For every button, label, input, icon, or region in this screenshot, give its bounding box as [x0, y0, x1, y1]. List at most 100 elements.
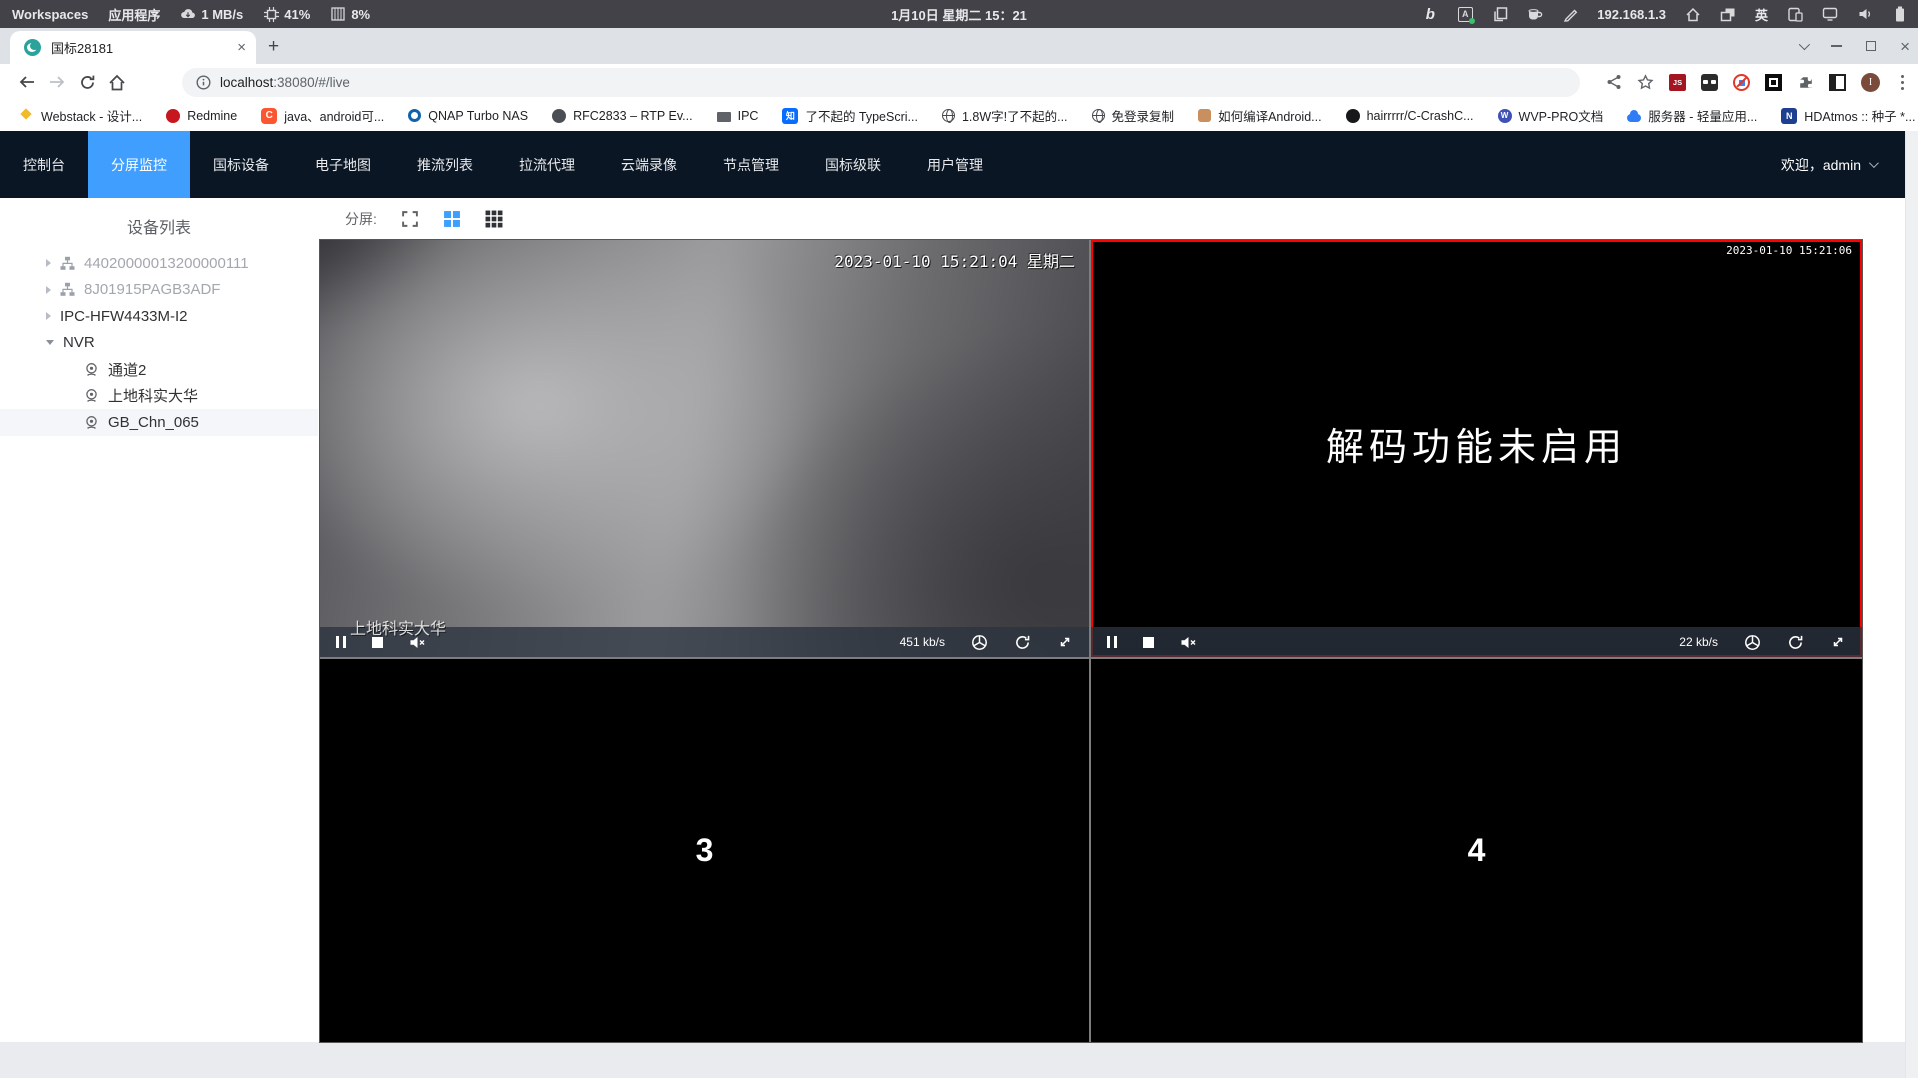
- window-minimize-button[interactable]: [1831, 45, 1843, 47]
- bookmark-android-compile[interactable]: 如何编译Android...: [1198, 106, 1322, 125]
- profile-avatar[interactable]: I: [1861, 72, 1880, 92]
- tree-channel-row[interactable]: 通道2: [0, 356, 318, 383]
- nav-item-pull-proxy[interactable]: 拉流代理: [496, 131, 598, 198]
- adblock-extension-icon[interactable]: [1733, 73, 1750, 91]
- bookmark-qnap[interactable]: QNAP Turbo NAS: [408, 109, 528, 123]
- bookmark-github[interactable]: hairrrrr/C-CrashC...: [1345, 108, 1474, 123]
- four-split-icon[interactable]: [443, 210, 461, 228]
- extensions-puzzle-icon[interactable]: [1797, 74, 1814, 91]
- bookmark-tencent-cloud[interactable]: 服务器 - 轻量应用...: [1627, 106, 1757, 125]
- window-switcher-icon[interactable]: [1720, 6, 1736, 22]
- browser-tab[interactable]: 国标28181 ×: [10, 31, 256, 64]
- site-info-icon[interactable]: [196, 75, 211, 90]
- nav-item-cloud-record[interactable]: 云端录像: [598, 131, 700, 198]
- share-icon[interactable]: [1605, 74, 1622, 91]
- bookmark-zhihu[interactable]: 知了不起的 TypeScri...: [782, 106, 918, 125]
- bookmark-csdn[interactable]: Cjava、android可...: [261, 106, 384, 125]
- display-tray-icon[interactable]: [1822, 6, 1838, 22]
- reader-extension-icon[interactable]: [1829, 73, 1846, 91]
- user-menu[interactable]: 欢迎，admin: [1781, 131, 1918, 198]
- applications-menu[interactable]: 应用程序: [108, 5, 160, 24]
- bookmark-article[interactable]: 1.8W字!了不起的...: [941, 106, 1068, 125]
- translate-tray-icon[interactable]: A: [1457, 6, 1475, 24]
- address-bar[interactable]: localhost:38080/#/live: [182, 68, 1580, 97]
- bookmark-rfc2833[interactable]: RFC2833 – RTP Ev...: [552, 108, 693, 123]
- stop-icon[interactable]: [1142, 636, 1154, 648]
- back-button[interactable]: [12, 74, 42, 90]
- desktop-clock[interactable]: 1月10日 星期二 15：21: [891, 5, 1027, 24]
- bing-tray-icon[interactable]: b: [1422, 6, 1438, 23]
- clipboard-tray-icon[interactable]: [1492, 6, 1508, 22]
- caret-right-icon[interactable]: [46, 285, 51, 294]
- bookmark-wvp-docs[interactable]: W WVP-PRO文档: [1497, 106, 1603, 125]
- tab-search-chevron-icon[interactable]: [1798, 38, 1811, 51]
- tree-device-row-expanded[interactable]: NVR: [0, 330, 318, 357]
- caret-right-icon[interactable]: [46, 312, 51, 321]
- video-panel-4[interactable]: 4: [1091, 659, 1862, 1042]
- battery-tray-icon[interactable]: [1892, 6, 1908, 22]
- dark-square-extension-icon[interactable]: [1765, 73, 1782, 91]
- input-language-indicator[interactable]: 英: [1755, 5, 1768, 24]
- nav-item-e-map[interactable]: 电子地图: [292, 131, 394, 198]
- pause-icon[interactable]: [336, 636, 346, 648]
- bookmark-copy-tool[interactable]: 免登录复制: [1091, 106, 1174, 125]
- fullscreen-expand-icon[interactable]: [1057, 634, 1073, 650]
- player-control-bar: 22 kb/s: [1091, 627, 1862, 657]
- nav-item-push-list[interactable]: 推流列表: [394, 131, 496, 198]
- bookmark-star-icon[interactable]: [1637, 73, 1654, 91]
- workspaces-button[interactable]: Workspaces: [12, 7, 88, 22]
- home-button[interactable]: [102, 74, 132, 91]
- tree-channel-row[interactable]: 上地科实大华: [0, 383, 318, 410]
- home-tray-icon[interactable]: [1685, 6, 1701, 22]
- tab-close-icon[interactable]: ×: [237, 40, 246, 55]
- window-close-button[interactable]: ×: [1900, 38, 1910, 55]
- video-panel-2[interactable]: 2023-01-10 15:21:06 解码功能未启用 22 kb/s: [1091, 240, 1862, 657]
- bookmark-hdatmos[interactable]: N HDAtmos :: 种子 *...: [1781, 106, 1915, 125]
- caret-right-icon[interactable]: [46, 259, 51, 268]
- aperture-settings-icon[interactable]: [1744, 634, 1761, 651]
- nav-item-gb-cascade[interactable]: 国标级联: [802, 131, 904, 198]
- js-extension-icon[interactable]: JS: [1669, 73, 1686, 91]
- nav-item-node-manage[interactable]: 节点管理: [700, 131, 802, 198]
- redmine-favicon: [166, 108, 181, 123]
- tree-device-row[interactable]: 44020000013200000111: [0, 250, 318, 277]
- refresh-icon[interactable]: [1014, 634, 1031, 651]
- bookmark-folder-ipc[interactable]: IPC: [716, 109, 758, 123]
- pen-tray-icon[interactable]: [1562, 6, 1578, 22]
- ip-address[interactable]: 192.168.1.3: [1597, 7, 1666, 22]
- tree-device-row[interactable]: 8J01915PAGB3ADF: [0, 277, 318, 304]
- single-screen-icon[interactable]: [401, 210, 419, 228]
- cpu-icon: [263, 6, 279, 22]
- nav-item-split-screen-monitor[interactable]: 分屏监控: [88, 131, 190, 198]
- page-scrollbar[interactable]: [1905, 131, 1918, 1078]
- caret-down-icon[interactable]: [46, 340, 54, 346]
- cloud-download-icon: [180, 6, 196, 22]
- bookmark-redmine[interactable]: Redmine: [166, 108, 237, 123]
- video-panel-1[interactable]: 2023-01-10 15:21:04 星期二 上地科实大华 451 kb/s: [320, 240, 1089, 657]
- aperture-settings-icon[interactable]: [971, 634, 988, 651]
- nine-split-icon[interactable]: [485, 210, 503, 228]
- phonelink-tray-icon[interactable]: [1787, 6, 1803, 22]
- browser-toolbar: localhost:38080/#/live JS I: [0, 64, 1918, 100]
- tree-device-row[interactable]: IPC-HFW4433M-I2: [0, 303, 318, 330]
- volume-tray-icon[interactable]: [1857, 6, 1873, 22]
- nav-item-console[interactable]: 控制台: [0, 131, 88, 198]
- pause-icon[interactable]: [1107, 636, 1117, 648]
- reload-button[interactable]: [72, 74, 102, 91]
- video-feed: [320, 240, 1089, 657]
- nav-item-user-manage[interactable]: 用户管理: [904, 131, 1006, 198]
- new-tab-button[interactable]: +: [268, 36, 279, 58]
- refresh-icon[interactable]: [1787, 634, 1804, 651]
- browser-menu-icon[interactable]: [1901, 80, 1904, 84]
- forward-button[interactable]: [42, 74, 72, 90]
- nav-item-gb-devices[interactable]: 国标设备: [190, 131, 292, 198]
- tree-channel-row-selected[interactable]: GB_Chn_065: [0, 409, 318, 436]
- coffee-tray-icon[interactable]: [1527, 6, 1543, 22]
- bookmark-webstack[interactable]: Webstack - 设计...: [18, 106, 142, 125]
- video-panel-3[interactable]: 3: [320, 659, 1089, 1042]
- mute-icon[interactable]: [1180, 635, 1197, 650]
- window-restore-button[interactable]: [1866, 41, 1877, 51]
- fullscreen-expand-icon[interactable]: [1830, 634, 1846, 650]
- tampermonkey-extension-icon[interactable]: [1701, 73, 1718, 91]
- desktop-top-bar: Workspaces 应用程序 1 MB/s 41% 8% 1月10日 星期二 …: [0, 0, 1918, 28]
